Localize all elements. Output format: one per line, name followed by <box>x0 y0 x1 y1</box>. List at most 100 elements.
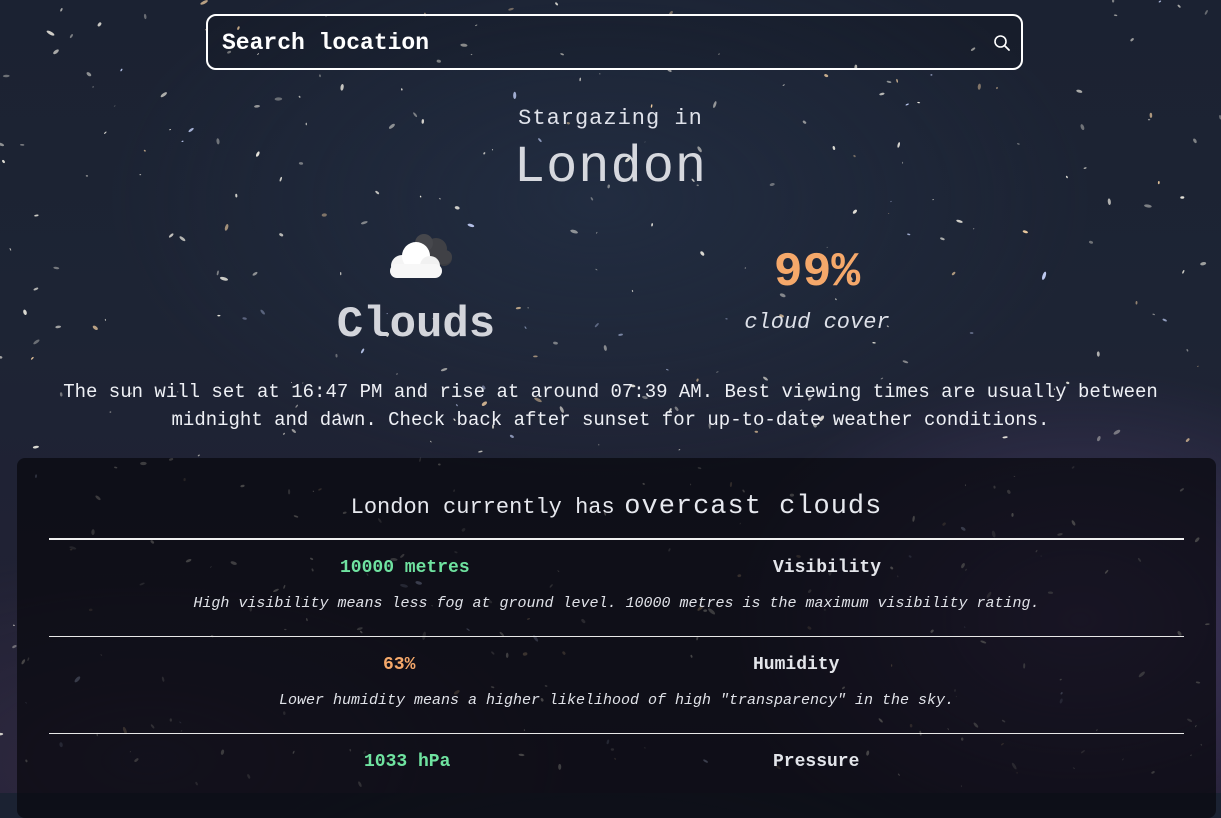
conditions-heading: London currently has overcast clouds <box>17 492 1216 522</box>
star <box>9 248 12 251</box>
star <box>716 371 719 373</box>
star <box>969 332 974 334</box>
star <box>400 88 403 91</box>
star <box>32 445 39 449</box>
star <box>279 233 284 237</box>
star <box>651 223 653 227</box>
star <box>440 367 448 372</box>
star <box>907 233 911 236</box>
star <box>1042 271 1047 280</box>
star <box>30 356 34 360</box>
visibility-value: 10000 metres <box>340 558 470 578</box>
star <box>631 289 634 293</box>
star <box>0 732 4 736</box>
star <box>1130 38 1134 42</box>
star <box>930 74 933 76</box>
star <box>852 209 858 214</box>
star <box>977 83 981 90</box>
star <box>2 74 10 78</box>
star <box>590 197 594 201</box>
star <box>1152 313 1156 316</box>
star <box>1162 318 1167 322</box>
star <box>86 72 92 77</box>
star <box>1135 301 1138 305</box>
star <box>478 450 483 453</box>
star <box>599 73 601 75</box>
star <box>321 213 327 217</box>
star <box>513 91 517 99</box>
star <box>274 97 283 101</box>
visibility-label: Visibility <box>773 558 882 578</box>
star <box>595 231 598 234</box>
star <box>454 206 460 210</box>
star <box>872 342 876 344</box>
star <box>1076 89 1083 93</box>
star <box>782 84 785 86</box>
page-subtitle: Stargazing in <box>518 106 703 131</box>
star <box>595 268 598 271</box>
star <box>1002 436 1008 439</box>
star <box>940 237 945 241</box>
star <box>1022 230 1028 234</box>
star <box>570 229 578 234</box>
star <box>23 309 27 316</box>
star <box>1158 0 1162 3</box>
star <box>886 80 892 83</box>
star <box>1186 349 1189 352</box>
humidity-label: Humidity <box>753 655 840 675</box>
divider <box>49 538 1184 540</box>
star <box>1096 435 1101 442</box>
star <box>594 322 599 328</box>
search-icon[interactable] <box>993 34 1011 52</box>
star <box>46 30 55 36</box>
star <box>917 101 921 104</box>
star <box>956 219 963 223</box>
star <box>319 74 321 78</box>
star <box>298 95 301 98</box>
star <box>143 13 147 20</box>
star <box>69 34 73 39</box>
star <box>33 287 39 291</box>
star <box>1096 351 1100 357</box>
star <box>340 83 344 91</box>
star <box>34 214 39 217</box>
star <box>335 353 338 358</box>
star <box>224 224 229 231</box>
conditions-heading-lead: London currently has <box>350 495 615 520</box>
star <box>0 355 3 359</box>
star <box>168 233 174 238</box>
star <box>160 92 167 98</box>
star <box>219 276 229 281</box>
star <box>33 339 40 345</box>
cloud-cover-label: cloud cover <box>744 310 890 335</box>
star <box>104 318 106 321</box>
star <box>509 434 514 438</box>
star <box>1177 4 1181 8</box>
star <box>824 74 829 78</box>
search-bar[interactable] <box>206 14 1023 70</box>
star <box>1088 240 1094 244</box>
star <box>896 78 898 83</box>
star <box>932 199 935 201</box>
star <box>200 0 208 5</box>
divider <box>49 733 1184 734</box>
star <box>242 317 247 320</box>
star <box>1196 365 1199 367</box>
search-input[interactable] <box>220 16 984 70</box>
star <box>598 443 600 446</box>
star <box>973 227 975 230</box>
star <box>508 7 514 11</box>
visibility-note: High visibility means less fog at ground… <box>193 595 1040 612</box>
star <box>579 77 581 82</box>
star <box>888 213 890 214</box>
pressure-label: Pressure <box>773 752 860 772</box>
star <box>104 131 107 134</box>
star <box>360 221 368 225</box>
star <box>430 440 432 443</box>
star <box>120 68 123 72</box>
humidity-note: Lower humidity means a higher likelihood… <box>278 692 955 709</box>
star <box>197 454 200 457</box>
star <box>1182 269 1185 274</box>
star <box>1200 262 1207 266</box>
star <box>603 345 607 351</box>
